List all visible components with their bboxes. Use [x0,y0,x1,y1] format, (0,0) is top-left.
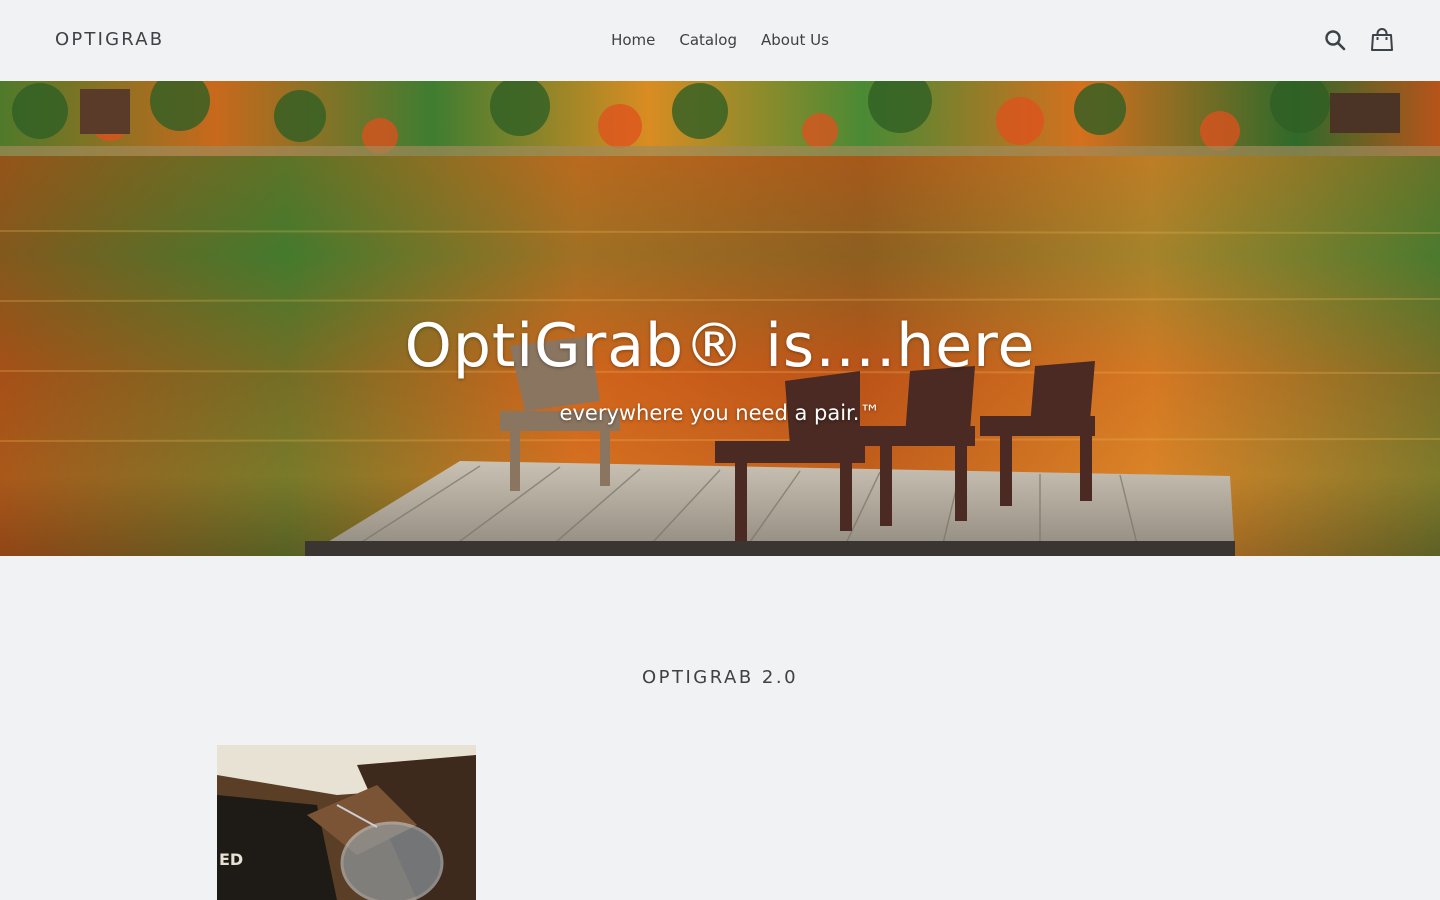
cart-button[interactable] [1368,26,1396,54]
collection-title: OPTIGRAB 2.0 [641,667,799,688]
nav-about-us[interactable]: About Us [749,0,841,81]
nav-catalog[interactable]: Catalog [667,0,749,81]
product-image: ED [217,745,476,900]
search-icon [1325,30,1346,51]
main-nav: Home Catalog About Us [0,0,1440,81]
hero-banner: OptiGrab® is….here everywhere you need a… [0,81,1440,556]
hero-subtitle: everywhere you need a pair.™ [559,401,881,425]
site-header: OPTIGRAB Home Catalog About Us [0,0,1440,81]
cart-icon [1371,28,1393,51]
product-image-text: ED [219,850,243,869]
product-card[interactable]: ED [217,745,476,900]
hero-title: OptiGrab® is….here [404,311,1036,381]
nav-home[interactable]: Home [599,0,667,81]
search-button[interactable] [1321,26,1349,54]
